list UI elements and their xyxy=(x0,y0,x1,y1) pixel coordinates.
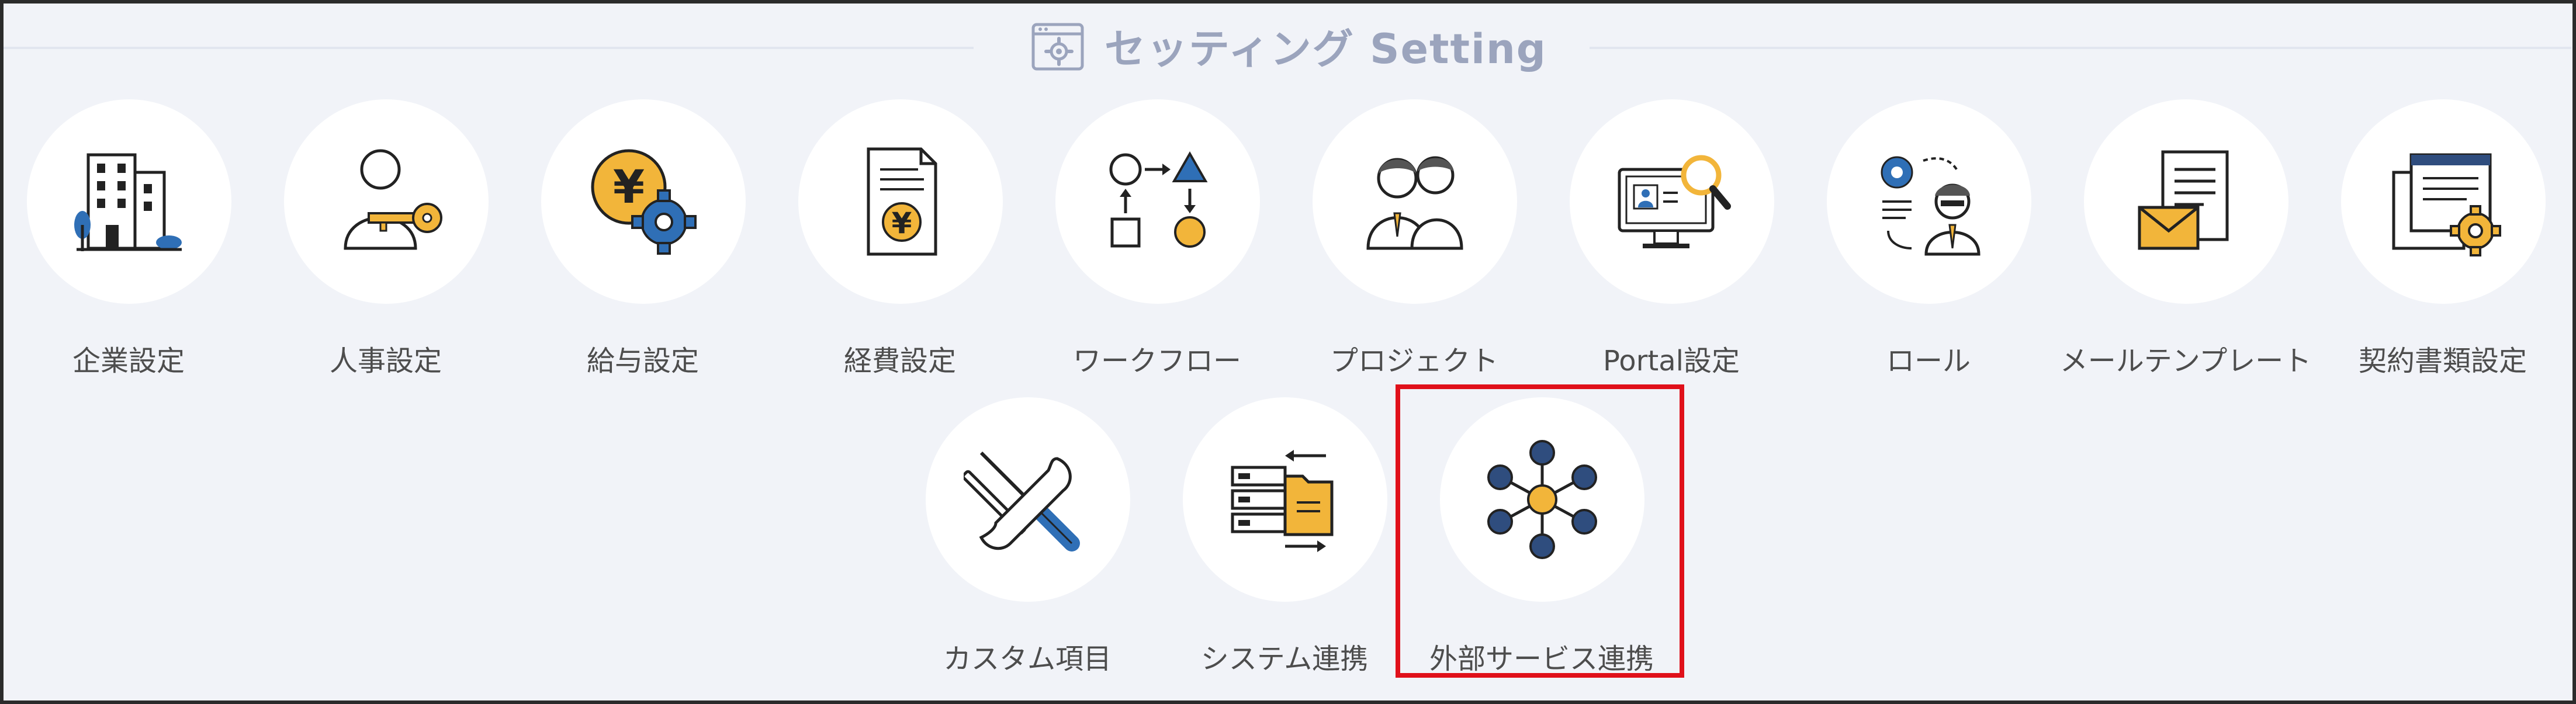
expense-document-icon: ¥ xyxy=(867,147,937,256)
tile-circle xyxy=(1313,99,1517,304)
tile-hr-settings[interactable]: 人事設定 xyxy=(257,99,514,391)
tile-circle xyxy=(2341,99,2546,304)
tile-label: 人事設定 xyxy=(329,345,442,377)
tile-label: プロジェクト xyxy=(1329,345,1498,377)
tile-label: 給与設定 xyxy=(586,345,699,377)
tile-label: 経費設定 xyxy=(843,345,956,377)
tile-system-integration[interactable]: システム連携 xyxy=(1156,397,1413,689)
svg-text:¥: ¥ xyxy=(892,206,912,240)
tile-circle xyxy=(284,99,489,304)
tile-label: 契約書類設定 xyxy=(2358,345,2527,377)
tile-company-settings[interactable]: 企業設定 xyxy=(0,99,257,391)
tile-circle xyxy=(27,99,231,304)
header-divider-right xyxy=(1590,47,2571,49)
svg-text:¥: ¥ xyxy=(613,161,645,214)
tile-label: Portal設定 xyxy=(1603,345,1740,377)
tile-label: システム連携 xyxy=(1200,643,1369,675)
tile-label: ロール xyxy=(1886,345,1971,377)
header-divider-left xyxy=(4,47,974,49)
tile-custom-fields[interactable]: カスタム項目 xyxy=(899,397,1156,689)
tile-circle xyxy=(1183,397,1387,602)
tile-circle xyxy=(2084,99,2288,304)
tile-contract-docs-settings[interactable]: 契約書類設定 xyxy=(2314,99,2571,391)
tile-label: メールテンプレート xyxy=(2059,345,2312,377)
tile-mail-template[interactable]: メールテンプレート xyxy=(2057,99,2314,391)
tile-project[interactable]: プロジェクト xyxy=(1286,99,1543,391)
tile-label: カスタム項目 xyxy=(943,643,1112,675)
tile-circle xyxy=(1055,99,1260,304)
settings-window-icon xyxy=(1031,23,1084,71)
tile-circle xyxy=(926,397,1130,602)
tile-circle: ¥ xyxy=(798,99,1003,304)
tile-circle xyxy=(1570,99,1774,304)
yen-gear-icon: ¥ xyxy=(591,149,697,255)
project-people-icon xyxy=(1366,156,1463,250)
server-folder-sync-icon xyxy=(1231,450,1334,552)
tile-workflow[interactable]: ワークフロー xyxy=(1029,99,1286,391)
settings-header: セッティング Setting xyxy=(1029,11,1547,81)
page-title: セッティング Setting xyxy=(1105,25,1547,73)
portal-monitor-search-icon xyxy=(1618,155,1731,248)
tile-label: ワークフロー xyxy=(1072,345,1241,377)
role-person-gear-icon xyxy=(1881,156,1981,256)
tile-expense-settings[interactable]: ¥ 経費設定 xyxy=(771,99,1029,391)
person-key-icon xyxy=(344,149,442,250)
tile-role[interactable]: ロール xyxy=(1800,99,2057,391)
tile-circle xyxy=(1827,99,2031,304)
highlight-box xyxy=(1396,384,1684,678)
tile-label: 企業設定 xyxy=(72,345,185,377)
workflow-shapes-icon xyxy=(1109,151,1208,248)
company-building-icon xyxy=(74,153,182,251)
contract-docs-gear-icon xyxy=(2392,153,2501,256)
wrench-screwdriver-icon xyxy=(964,451,1080,552)
tile-circle: ¥ xyxy=(541,99,746,304)
tile-portal-settings[interactable]: Portal設定 xyxy=(1543,99,1800,391)
mail-template-icon xyxy=(2138,150,2229,250)
tile-payroll-settings[interactable]: ¥ 給与設定 xyxy=(514,99,771,391)
